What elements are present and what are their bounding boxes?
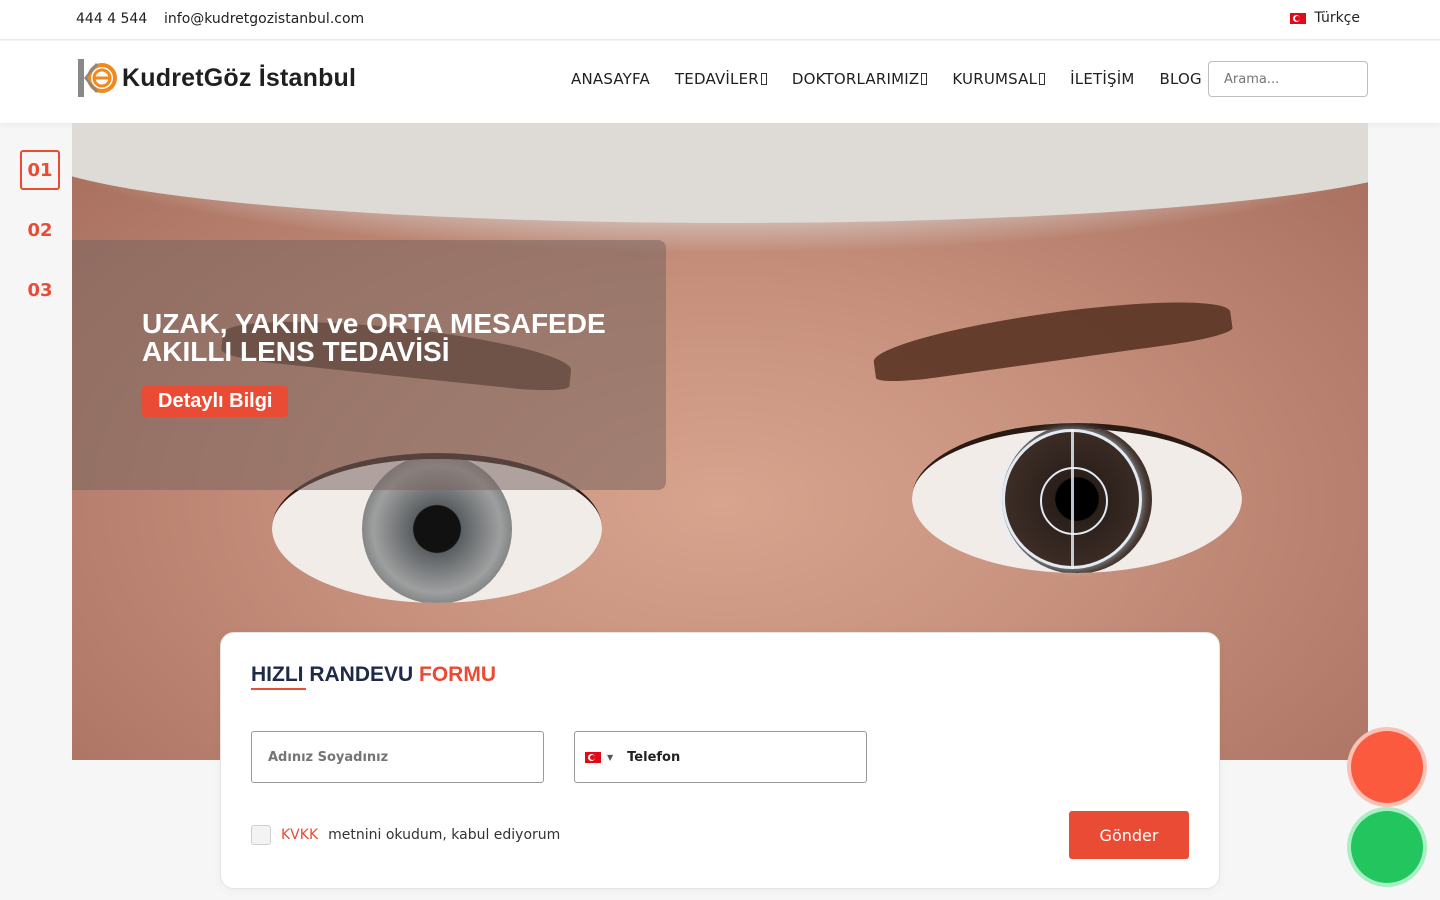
nav-label: BLOG: [1159, 70, 1202, 88]
nav-tedaviler[interactable]: TEDAVİLER: [675, 70, 767, 88]
topbar-phone[interactable]: 444 4 544: [76, 11, 147, 27]
nav-label: DOKTORLARIMIZ: [791, 70, 920, 88]
phone-call-icon[interactable]: [1351, 731, 1423, 803]
language-selector[interactable]: Türkçe: [1290, 10, 1360, 26]
logo-text: KudretGöz İstanbul: [122, 63, 357, 92]
top-bar: 444 4 544 info@kudretgozistanbul.com Tür…: [0, 0, 1440, 40]
phone-placeholder: Telefon: [627, 749, 681, 765]
slide-number-1[interactable]: 01: [20, 150, 60, 190]
slide-number-2[interactable]: 02: [20, 210, 60, 250]
caret-down-icon: [1039, 73, 1046, 85]
logo-icon: [78, 59, 117, 97]
nav-label: KURUMSAL: [952, 70, 1038, 88]
laser-target-icon: [1002, 429, 1142, 569]
whatsapp-icon[interactable]: [1351, 811, 1423, 883]
hero-caption-card: UZAK, YAKIN ve ORTA MESAFEDE AKILLI LENS…: [72, 240, 666, 490]
kvkk-consent: KVKK metnini okudum, kabul ediyorum: [251, 825, 560, 845]
turkey-flag-icon[interactable]: [585, 751, 601, 763]
kvkk-text: metnini okudum, kabul ediyorum: [328, 827, 561, 843]
nav-label: ANASAYFA: [571, 70, 650, 88]
form-title-accent: FORMU: [419, 663, 497, 686]
caret-down-icon: [921, 73, 928, 85]
nav-iletisim[interactable]: İLETİŞİM: [1070, 70, 1134, 88]
name-field[interactable]: [251, 731, 544, 783]
nav-doktorlarimiz[interactable]: DOKTORLARIMIZ: [791, 70, 928, 88]
main-header: KudretGöz İstanbul ANASAYFA TEDAVİLER DO…: [0, 41, 1440, 123]
quick-appointment-form: HIZLI RANDEVU FORMU ▼ Telefon KVKK metni…: [220, 632, 1220, 889]
nav-blog[interactable]: BLOG: [1160, 70, 1202, 88]
search-input[interactable]: [1208, 61, 1368, 97]
caret-down-icon: [760, 73, 767, 85]
submit-button[interactable]: Gönder: [1069, 811, 1189, 859]
slide-number-3[interactable]: 03: [20, 270, 60, 310]
language-label: Türkçe: [1314, 10, 1360, 26]
form-title: HIZLI RANDEVU FORMU: [251, 663, 496, 687]
topbar-email[interactable]: info@kudretgozistanbul.com: [164, 11, 364, 27]
main-nav: ANASAYFA TEDAVİLER DOKTORLARIMIZ KURUMSA…: [571, 70, 1202, 88]
kvkk-checkbox[interactable]: [251, 825, 271, 845]
form-title-underline: [251, 688, 306, 690]
logo[interactable]: KudretGöz İstanbul: [78, 57, 356, 99]
phone-field[interactable]: ▼ Telefon: [574, 731, 867, 783]
nav-label: TEDAVİLER: [674, 70, 759, 88]
kvkk-link[interactable]: KVKK: [281, 827, 318, 843]
turkey-flag-icon: [1290, 12, 1307, 24]
caret-down-icon[interactable]: ▼: [607, 753, 613, 762]
slider-pagination: 01 02 03: [20, 150, 60, 330]
nav-kurumsal[interactable]: KURUMSAL: [952, 70, 1046, 88]
hero-cap: [72, 123, 1368, 223]
details-button[interactable]: Detaylı Bilgi: [142, 386, 289, 417]
nav-anasayfa[interactable]: ANASAYFA: [571, 70, 650, 88]
right-eyebrow: [870, 288, 1234, 386]
nav-label: İLETİŞİM: [1070, 70, 1135, 88]
hero-title: UZAK, YAKIN ve ORTA MESAFEDE AKILLI LENS…: [142, 308, 606, 367]
form-title-main: HIZLI RANDEVU: [251, 663, 414, 686]
